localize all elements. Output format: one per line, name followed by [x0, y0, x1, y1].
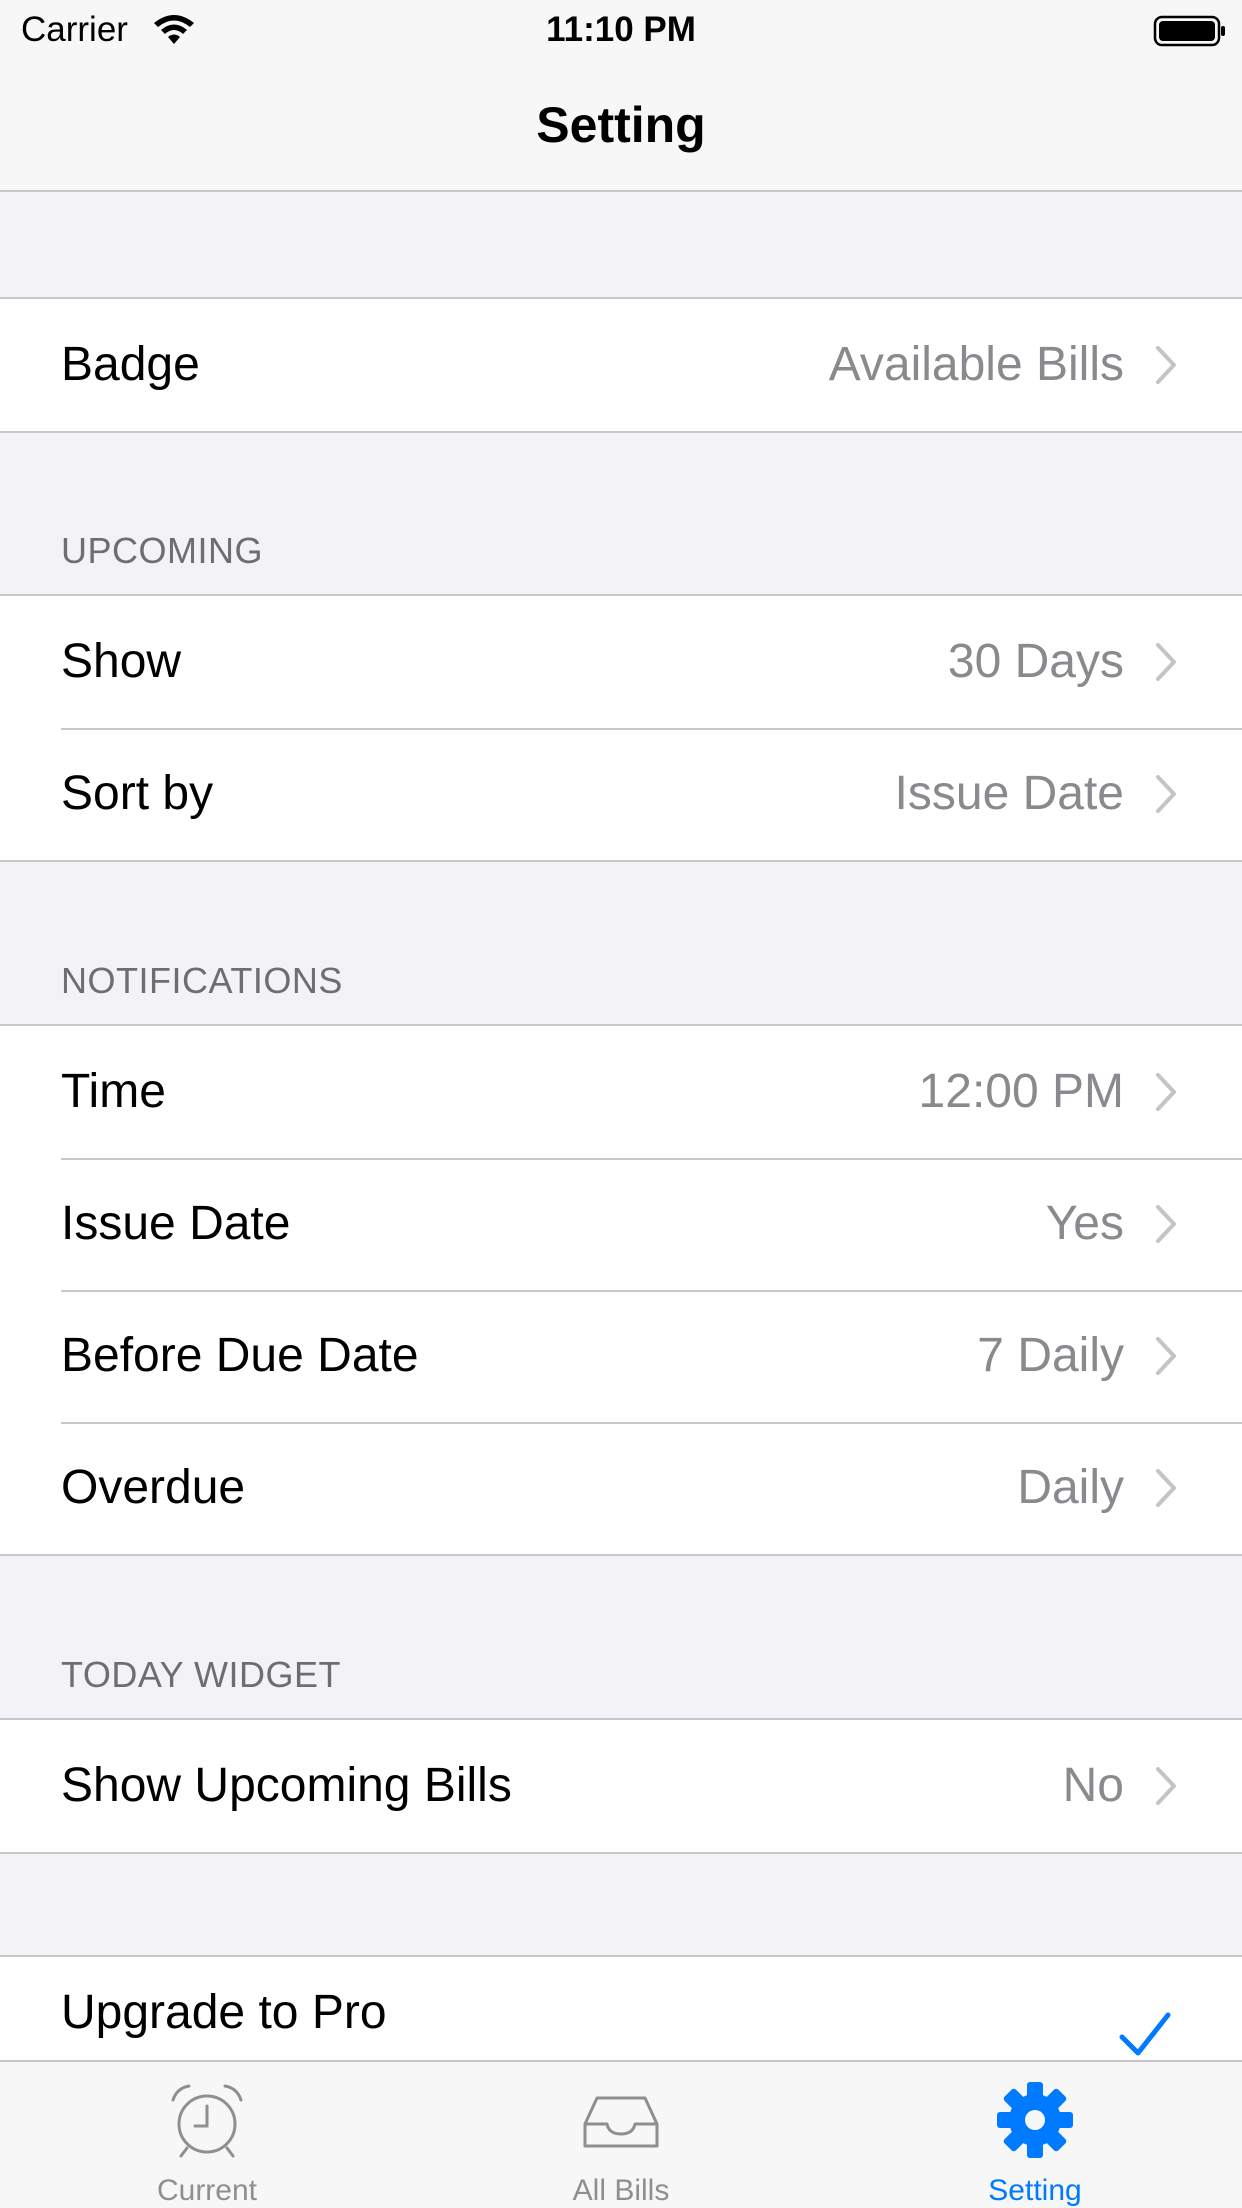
chevron-right-icon: [1156, 775, 1176, 813]
chevron-right-icon: [1156, 346, 1176, 384]
alarm-clock-icon: [171, 2084, 243, 2158]
chevron-right-icon: [1156, 1767, 1176, 1805]
row-label: Show Upcoming Bills: [61, 1759, 512, 1812]
row-label: Time: [61, 1065, 166, 1118]
today-widget-group: Show Upcoming Bills No: [0, 1718, 1242, 1854]
row-value: Daily: [1017, 1461, 1124, 1514]
notification-overdue-row[interactable]: Overdue Daily: [0, 1422, 1242, 1554]
chevron-right-icon: [1156, 1337, 1176, 1375]
tab-label: Current: [156, 2174, 258, 2207]
chevron-right-icon: [1156, 1205, 1176, 1243]
row-label: Before Due Date: [61, 1329, 419, 1382]
upcoming-show-row[interactable]: Show 30 Days: [0, 596, 1242, 728]
section-header-today-widget: TODAY WIDGET: [61, 1654, 342, 1695]
row-value: Issue Date: [894, 767, 1124, 820]
row-value: Yes: [1045, 1197, 1124, 1250]
section-header-upcoming: UPCOMING: [61, 530, 263, 571]
tab-bar: Current All Bills Setting: [0, 2060, 1242, 2208]
inbox-tray-icon: [583, 2096, 659, 2148]
tab-current[interactable]: Current: [0, 2062, 414, 2208]
gear-icon: [997, 2082, 1073, 2158]
chevron-right-icon: [1156, 1469, 1176, 1507]
row-label: Overdue: [61, 1461, 246, 1514]
row-value: 7 Daily: [977, 1329, 1124, 1382]
badge-group: Badge Available Bills: [0, 297, 1242, 433]
tab-all-bills[interactable]: All Bills: [414, 2062, 828, 2208]
badge-row[interactable]: Badge Available Bills: [0, 299, 1242, 431]
checkmark-icon: [1119, 2012, 1171, 2056]
chevron-right-icon: [1156, 643, 1176, 681]
badge-value: Available Bills: [828, 338, 1124, 391]
tab-label: Setting: [988, 2174, 1082, 2207]
pro-group: Upgrade to Pro: [0, 1955, 1242, 2067]
page-title: Setting: [536, 97, 706, 153]
section-header-notifications: NOTIFICATIONS: [61, 960, 343, 1001]
chevron-right-icon: [1156, 1073, 1176, 1111]
upgrade-to-pro-row[interactable]: Upgrade to Pro: [0, 1957, 1242, 2067]
row-label: Issue Date: [61, 1197, 291, 1250]
upcoming-sort-row[interactable]: Sort by Issue Date: [0, 728, 1242, 860]
status-time: 11:10 PM: [546, 10, 696, 49]
row-label: Show: [61, 635, 182, 688]
row-value: 12:00 PM: [918, 1065, 1124, 1118]
show-upcoming-bills-row[interactable]: Show Upcoming Bills No: [0, 1720, 1242, 1852]
notification-time-row[interactable]: Time 12:00 PM: [0, 1026, 1242, 1158]
battery-icon: [1153, 15, 1225, 47]
notification-before-due-row[interactable]: Before Due Date 7 Daily: [0, 1290, 1242, 1422]
notification-issue-date-row[interactable]: Issue Date Yes: [0, 1158, 1242, 1290]
upgrade-to-pro-label: Upgrade to Pro: [61, 1986, 387, 2039]
tab-label: All Bills: [572, 2174, 670, 2207]
row-value: No: [1062, 1759, 1124, 1812]
row-label: Sort by: [61, 767, 214, 820]
navigation-bar: Setting: [0, 62, 1242, 192]
badge-label: Badge: [61, 338, 200, 391]
row-value: 30 Days: [947, 635, 1124, 688]
settings-screen: Carrier 11:10 PM Setting Badge Available…: [0, 0, 1242, 2208]
upcoming-group: Show 30 Days Sort by Issue Date: [0, 594, 1242, 862]
status-bar: Carrier 11:10 PM: [0, 0, 1242, 62]
tab-setting[interactable]: Setting: [828, 2062, 1242, 2208]
notifications-group: Time 12:00 PM Issue Date Yes Before Due …: [0, 1024, 1242, 1556]
